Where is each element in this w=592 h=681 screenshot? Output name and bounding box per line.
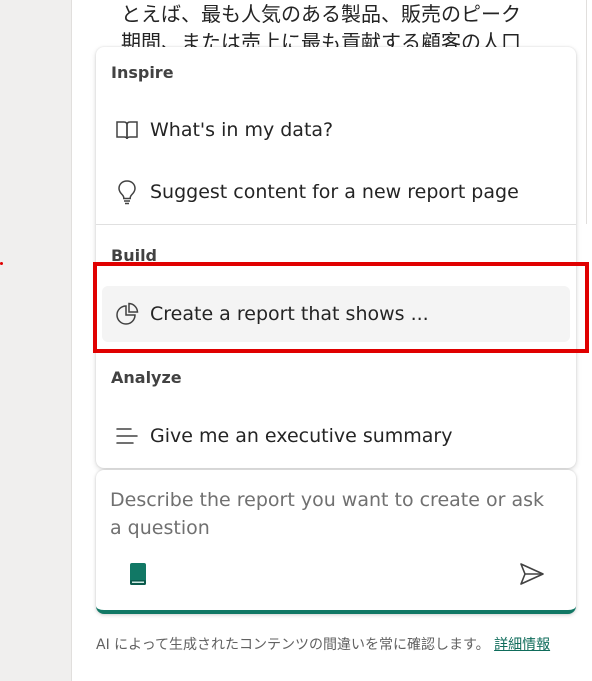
send-button[interactable] xyxy=(516,560,548,592)
learn-more-link[interactable]: 詳細情報 xyxy=(494,637,550,653)
prompt-input[interactable] xyxy=(110,486,560,550)
menu-item-label: Give me an executive summary xyxy=(150,425,453,447)
red-dot-marker xyxy=(0,262,3,265)
menu-item-whats-in-my-data[interactable]: What's in my data? xyxy=(102,102,570,158)
text-summary-icon xyxy=(114,423,140,449)
menu-item-suggest-content[interactable]: Suggest content for a new report page xyxy=(102,164,570,220)
highlight-annotation-box xyxy=(93,262,589,353)
section-header-analyze: Analyze xyxy=(111,368,182,387)
disclaimer-text: AI によって生成されたコンテンツの間違いを常に確認します。 xyxy=(96,637,490,653)
menu-item-label: What's in my data? xyxy=(150,119,334,141)
prompt-book-icon xyxy=(128,562,148,590)
composer-card xyxy=(96,470,576,614)
send-icon xyxy=(519,562,545,590)
response-line: とえば、最も人気のある製品、販売のピーク xyxy=(121,2,521,26)
menu-item-executive-summary[interactable]: Give me an executive summary xyxy=(102,408,570,464)
suggestion-menu: Inspire What's in my data? Suggest conte… xyxy=(96,47,576,468)
left-pane xyxy=(0,0,72,681)
section-header-inspire: Inspire xyxy=(111,63,174,82)
prompt-guide-button[interactable] xyxy=(124,562,152,590)
scrollbar-track[interactable] xyxy=(586,0,592,224)
lightbulb-icon xyxy=(114,179,140,205)
menu-item-label: Suggest content for a new report page xyxy=(150,181,519,203)
book-open-icon xyxy=(114,117,140,143)
section-divider xyxy=(96,224,576,225)
ai-disclaimer: AI によって生成されたコンテンツの間違いを常に確認します。 詳細情報 xyxy=(96,634,574,656)
